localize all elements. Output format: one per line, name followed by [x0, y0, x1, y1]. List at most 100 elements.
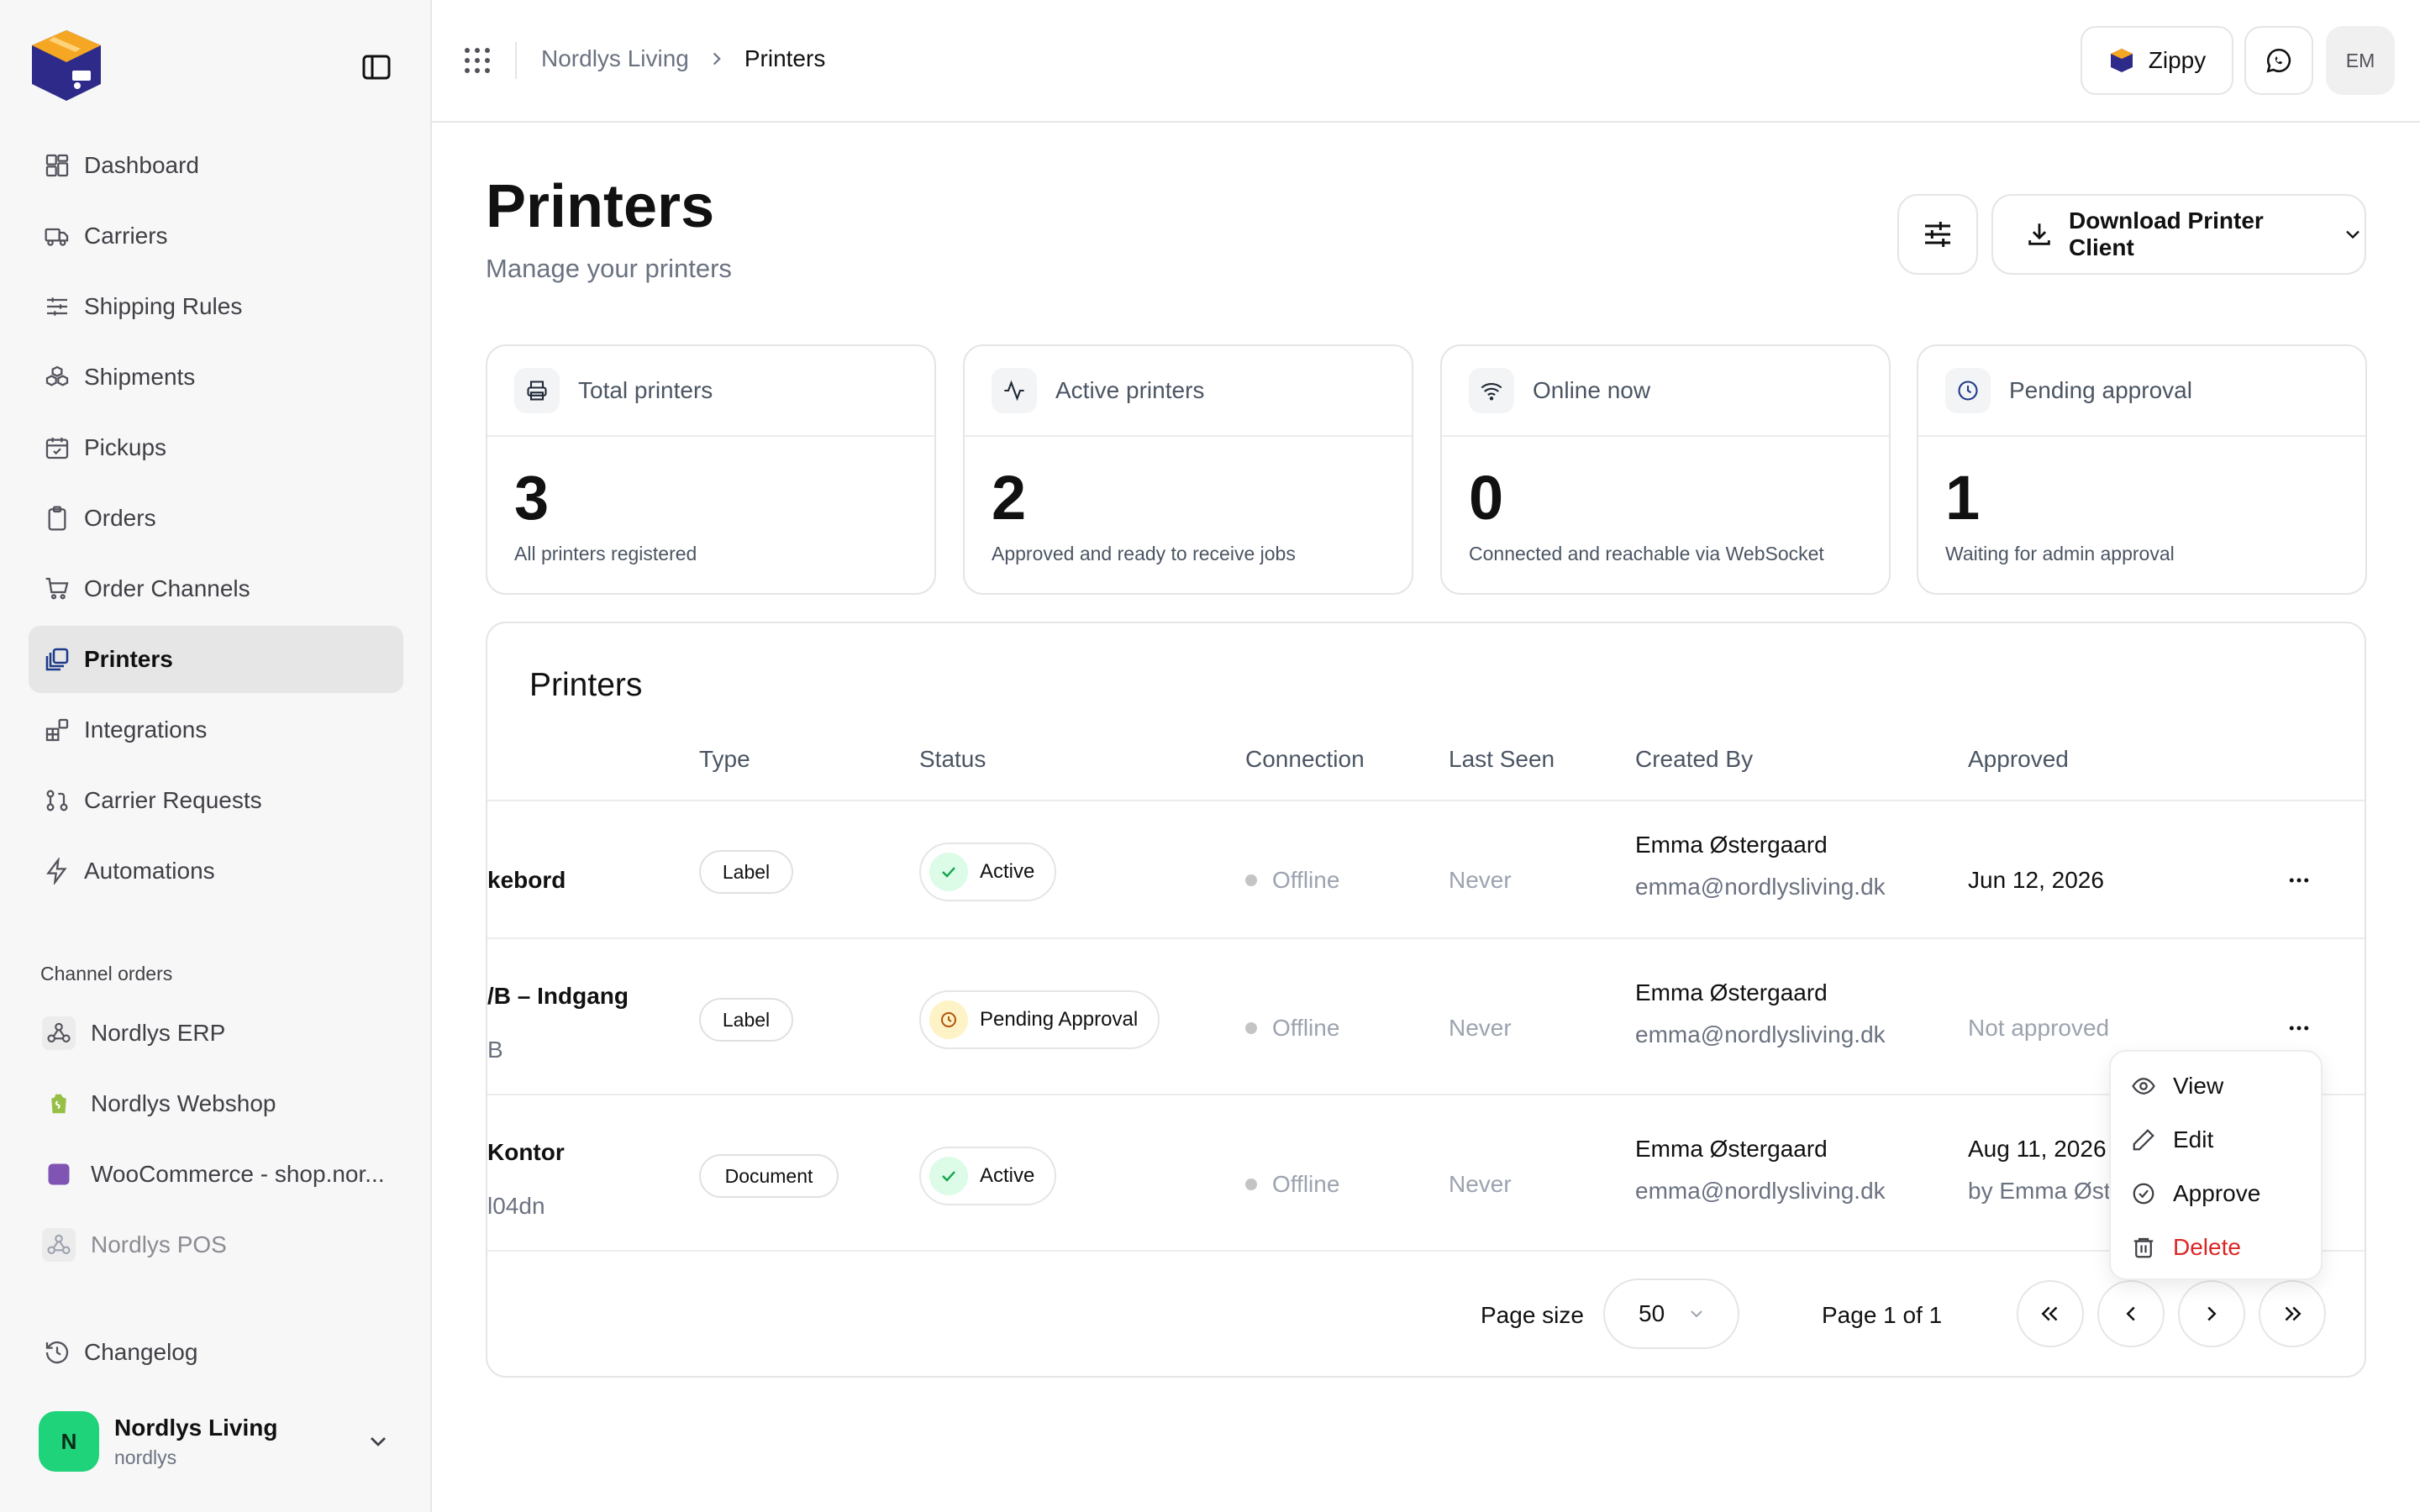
sidebar-item-integrations[interactable]: Integrations: [29, 696, 403, 764]
sidebar-item-label: Carrier Requests: [84, 787, 262, 813]
filter-button[interactable]: [1897, 194, 1978, 275]
apps-grid-icon[interactable]: [462, 45, 492, 76]
stat-label: Active printers: [1055, 377, 1205, 403]
sidebar-item-label: Shipping Rules: [84, 293, 243, 319]
shopify-icon: [42, 1087, 76, 1121]
stat-description: Waiting for admin approval: [1945, 543, 2175, 564]
connection-status: Offline: [1245, 867, 1339, 894]
sidebar-item-label: Changelog: [84, 1339, 198, 1365]
download-printer-client-button[interactable]: Download Printer Client: [1991, 194, 2366, 275]
connection-text: Offline: [1272, 867, 1340, 893]
breadcrumb-parent[interactable]: Nordlys Living: [541, 45, 689, 72]
channel-item-woocommerce[interactable]: WooCommerce - shop.nor...: [29, 1141, 403, 1208]
chevrons-right-icon: [2280, 1301, 2305, 1326]
sidebar-item-automations[interactable]: Automations: [29, 837, 403, 905]
creator-name: Emma Østergaard: [1635, 979, 1828, 1005]
trash-icon: [2131, 1235, 2156, 1260]
page-title: Printers: [486, 173, 715, 240]
status-dot: [1245, 874, 1257, 886]
last-page-button[interactable]: [2259, 1280, 2326, 1347]
channel-label: Nordlys ERP: [91, 1020, 226, 1046]
printer-name[interactable]: /B – Indgang: [487, 983, 629, 1010]
account-handle: nordlys: [114, 1446, 177, 1468]
download-label: Download Printer Client: [2069, 207, 2264, 260]
sliders-icon: [44, 293, 71, 320]
page-size-label: Page size: [1481, 1302, 1584, 1328]
connection-text: Offline: [1272, 1171, 1340, 1197]
channel-item-nordlys-webshop[interactable]: Nordlys Webshop: [29, 1070, 403, 1137]
calendar-check-icon: [44, 434, 71, 461]
sidebar-item-printers[interactable]: Printers: [29, 626, 403, 693]
user-avatar[interactable]: EM: [2326, 26, 2395, 95]
check-icon: [929, 853, 968, 891]
row-actions-button[interactable]: [2282, 1011, 2316, 1045]
sidebar-item-carriers[interactable]: Carriers: [29, 202, 403, 270]
creator-email: emma@nordlysliving.dk: [1635, 1021, 1886, 1047]
stat-value: 0: [1469, 463, 1504, 533]
printer-icon: [514, 368, 560, 413]
column-header-status[interactable]: Status: [919, 746, 986, 773]
menu-item-view[interactable]: View: [2131, 1065, 2223, 1107]
menu-item-delete[interactable]: Delete: [2131, 1226, 2241, 1268]
approved-date: Jun 12, 2026: [1968, 867, 2104, 893]
stat-value: 1: [1945, 463, 1981, 533]
sidebar-item-dashboard[interactable]: Dashboard: [29, 132, 403, 199]
blocks-icon: [44, 717, 71, 743]
stat-value: 2: [992, 463, 1027, 533]
chevron-down-icon: [1686, 1304, 1707, 1324]
zippy-assistant-button[interactable]: Zippy: [2081, 26, 2233, 95]
column-header-type[interactable]: Type: [699, 746, 750, 773]
history-icon: [44, 1339, 71, 1366]
sidebar-toggle-button[interactable]: [360, 53, 393, 81]
row-actions-button[interactable]: [2282, 864, 2316, 897]
divider: [487, 800, 2365, 801]
approved-info: Aug 11, 2026 by Emma Øst: [1968, 1136, 2111, 1205]
sliders-icon: [1921, 218, 1954, 251]
zippy-logo-icon: [2108, 47, 2135, 74]
sidebar-item-orders[interactable]: Orders: [29, 485, 403, 552]
menu-item-label: Delete: [2173, 1234, 2241, 1260]
sidebar-item-label: Printers: [84, 646, 173, 672]
stat-description: Connected and reachable via WebSocket: [1469, 543, 1824, 564]
channel-orders-heading: Channel orders: [40, 963, 173, 984]
sidebar-item-label: Orders: [84, 505, 156, 531]
column-header-connection[interactable]: Connection: [1245, 746, 1365, 773]
app-logo[interactable]: [29, 27, 104, 104]
menu-item-approve[interactable]: Approve: [2131, 1173, 2260, 1215]
printer-name[interactable]: kebord: [487, 867, 566, 894]
boxes-icon: [44, 364, 71, 391]
stat-value: 3: [514, 463, 550, 533]
printer-name[interactable]: Kontor: [487, 1139, 565, 1166]
sidebar-item-shipments[interactable]: Shipments: [29, 344, 403, 411]
column-header-created-by[interactable]: Created By: [1635, 746, 1753, 773]
status-badge: Active: [919, 843, 1057, 901]
creator-email: emma@nordlysliving.dk: [1635, 874, 1886, 900]
next-page-button[interactable]: [2178, 1280, 2245, 1347]
channel-label: Nordlys POS: [91, 1231, 227, 1257]
channel-label: Nordlys Webshop: [91, 1090, 276, 1116]
menu-item-edit[interactable]: Edit: [2131, 1119, 2213, 1161]
created-by: Emma Østergaard emma@nordlysliving.dk: [1635, 1136, 1886, 1205]
channel-item-nordlys-pos[interactable]: Nordlys POS: [29, 1211, 403, 1278]
check-icon: [929, 1157, 968, 1195]
channel-item-nordlys-erp[interactable]: Nordlys ERP: [29, 1000, 403, 1067]
chat-button[interactable]: [2244, 26, 2313, 95]
page-size-select[interactable]: 50: [1603, 1278, 1739, 1349]
printer-subtitle: l04dn: [487, 1193, 545, 1219]
column-header-last-seen[interactable]: Last Seen: [1449, 746, 1555, 773]
sidebar-item-carrier-requests[interactable]: Carrier Requests: [29, 767, 403, 834]
stat-label: Online now: [1533, 377, 1651, 403]
sidebar-item-shipping-rules[interactable]: Shipping Rules: [29, 273, 403, 340]
previous-page-button[interactable]: [2097, 1280, 2165, 1347]
sidebar-item-changelog[interactable]: Changelog: [29, 1319, 403, 1386]
stat-card-online-now: Online now 0 Connected and reachable via…: [1440, 344, 1891, 595]
zap-icon: [44, 858, 71, 885]
approved-date: Aug 11, 2026: [1968, 1136, 2107, 1162]
stat-card-total-printers: Total printers 3 All printers registered: [486, 344, 936, 595]
column-header-approved[interactable]: Approved: [1968, 746, 2069, 773]
account-switcher[interactable]: N Nordlys Living nordlys: [39, 1410, 392, 1473]
pencil-icon: [2131, 1127, 2156, 1152]
sidebar-item-pickups[interactable]: Pickups: [29, 414, 403, 481]
sidebar-item-order-channels[interactable]: Order Channels: [29, 555, 403, 622]
first-page-button[interactable]: [2017, 1280, 2084, 1347]
